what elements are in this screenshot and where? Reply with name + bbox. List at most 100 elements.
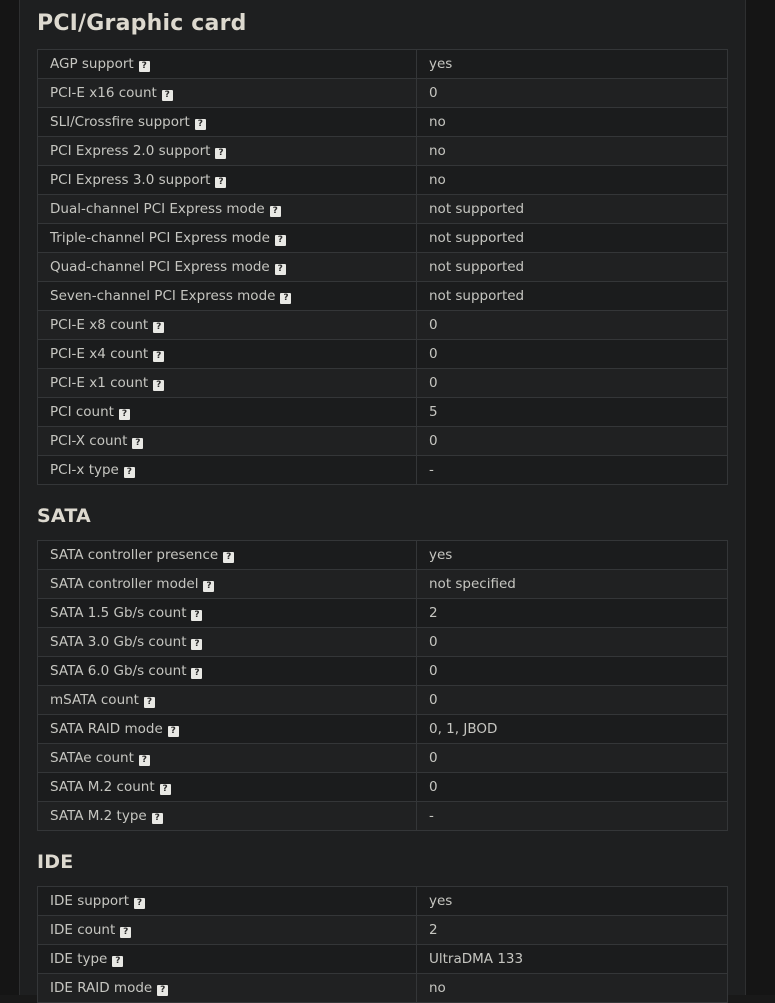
- help-icon[interactable]: ?: [120, 926, 132, 938]
- spec-label-cell: IDE RAID mode?: [37, 972, 417, 1003]
- table-row: SATA 6.0 Gb/s count? 0: [37, 656, 728, 687]
- help-icon[interactable]: ?: [153, 380, 165, 392]
- spec-label-text: Dual-channel PCI Express mode: [50, 201, 265, 218]
- help-icon[interactable]: ?: [153, 351, 165, 363]
- spec-value-cell: not supported: [416, 194, 728, 225]
- table-row: SLI/Crossfire support? no: [37, 107, 728, 138]
- page-frame: PCI/Graphic card AGP support? yes PCI-E x16…: [0, 0, 775, 1003]
- spec-value-cell: 0: [416, 310, 728, 341]
- help-icon[interactable]: ?: [194, 119, 206, 131]
- spec-value-cell: UltraDMA 133: [416, 943, 728, 974]
- spec-label-cell: PCI-E x8 count?: [37, 310, 417, 341]
- spec-label-text: IDE support: [50, 892, 130, 909]
- spec-label-text: SATAe count: [50, 750, 134, 767]
- spec-label-text: PCI-E x4 count: [50, 346, 149, 363]
- table-row: IDE count? 2: [37, 914, 728, 945]
- help-icon[interactable]: ?: [223, 552, 235, 564]
- spec-label-text: SATA M.2 count: [50, 779, 155, 796]
- help-icon[interactable]: ?: [132, 438, 144, 450]
- spec-value-cell: 2: [416, 914, 728, 945]
- table-row: mSATA count? 0: [37, 685, 728, 716]
- help-icon[interactable]: ?: [280, 293, 292, 305]
- spec-value-cell: not supported: [416, 281, 728, 312]
- spec-label-cell: SATA 1.5 Gb/s count?: [37, 598, 417, 629]
- spec-value-cell: 0: [416, 339, 728, 370]
- spec-label-text: PCI-E x8 count: [50, 317, 149, 334]
- table-row: SATAe count? 0: [37, 743, 728, 774]
- spec-label-text: SATA M.2 type: [50, 808, 147, 825]
- spec-label-cell: SATA RAID mode?: [37, 714, 417, 745]
- help-icon[interactable]: ?: [159, 784, 171, 796]
- help-icon[interactable]: ?: [269, 206, 281, 218]
- table-row: PCI Express 3.0 support? no: [37, 165, 728, 196]
- help-icon[interactable]: ?: [161, 90, 173, 102]
- spec-label-text: PCI Express 3.0 support: [50, 172, 211, 189]
- help-icon[interactable]: ?: [112, 955, 124, 967]
- spec-label-text: SATA controller model: [50, 576, 199, 593]
- spec-value-cell: not supported: [416, 223, 728, 254]
- spec-label-cell: PCI count?: [37, 397, 417, 428]
- help-icon[interactable]: ?: [118, 409, 130, 421]
- help-icon[interactable]: ?: [143, 697, 155, 709]
- table-row: PCI-X count? 0: [37, 426, 728, 457]
- spec-label-cell: PCI-E x16 count?: [37, 78, 417, 109]
- help-icon[interactable]: ?: [191, 639, 203, 651]
- spec-value-cell: not specified: [416, 569, 728, 600]
- table-row: IDE RAID mode? no: [37, 972, 728, 1003]
- table-row: SATA 1.5 Gb/s count? 2: [37, 598, 728, 629]
- spec-value-cell: no: [416, 136, 728, 167]
- spec-label-text: Triple-channel PCI Express mode: [50, 230, 270, 247]
- table-row: PCI count? 5: [37, 397, 728, 428]
- spec-label-cell: PCI Express 2.0 support?: [37, 136, 417, 167]
- table-row: Triple-channel PCI Express mode? not supp…: [37, 223, 728, 254]
- help-icon[interactable]: ?: [138, 61, 150, 73]
- specifications-content-column: PCI/Graphic card AGP support? yes PCI-E x16…: [19, 0, 746, 1003]
- spec-value-cell: no: [416, 107, 728, 138]
- table-row: PCI-E x8 count? 0: [37, 310, 728, 341]
- spec-label-text: Seven-channel PCI Express mode: [50, 288, 276, 305]
- help-icon[interactable]: ?: [134, 897, 146, 909]
- help-icon[interactable]: ?: [215, 148, 227, 160]
- spec-label-text: AGP support: [50, 56, 134, 73]
- spec-label-cell: PCI-x type?: [37, 455, 417, 486]
- spec-value-cell: -: [416, 801, 728, 832]
- help-icon[interactable]: ?: [274, 235, 286, 247]
- help-icon[interactable]: ?: [123, 467, 135, 479]
- spec-label-text: SATA 3.0 Gb/s count: [50, 634, 187, 651]
- section-title-sata: SATA: [37, 505, 91, 528]
- spec-label-cell: Dual-channel PCI Express mode?: [37, 194, 417, 225]
- help-icon[interactable]: ?: [151, 813, 163, 825]
- section-title-ide: IDE: [37, 851, 74, 874]
- spec-value-cell: 0: [416, 426, 728, 457]
- spec-value-cell: 0, 1, JBOD: [416, 714, 728, 745]
- spec-value-cell: 0: [416, 78, 728, 109]
- spec-value-cell: 0: [416, 368, 728, 399]
- spec-label-text: PCI-E x1 count: [50, 375, 149, 392]
- spec-value-cell: -: [416, 455, 728, 486]
- spec-label-text: SATA 1.5 Gb/s count: [50, 605, 187, 622]
- help-icon[interactable]: ?: [153, 322, 165, 334]
- spec-value-cell: yes: [416, 540, 728, 571]
- spec-label-text: SATA 6.0 Gb/s count: [50, 663, 187, 680]
- help-icon[interactable]: ?: [191, 610, 203, 622]
- spec-label-cell: SATA M.2 type?: [37, 801, 417, 832]
- help-icon[interactable]: ?: [274, 264, 286, 276]
- table-row: PCI-E x4 count? 0: [37, 339, 728, 370]
- spec-label-cell: SATAe count?: [37, 743, 417, 774]
- spec-table-ide: IDE support? yes IDE count? 2 IDE type? Ultra…: [37, 885, 728, 1003]
- table-row: IDE type? UltraDMA 133: [37, 943, 728, 974]
- table-row: SATA controller presence? yes: [37, 540, 728, 571]
- help-icon[interactable]: ?: [215, 177, 227, 189]
- spec-label-cell: SATA M.2 count?: [37, 772, 417, 803]
- spec-label-text: SLI/Crossfire support: [50, 114, 190, 131]
- help-icon[interactable]: ?: [203, 581, 215, 593]
- spec-value-cell: yes: [416, 885, 728, 916]
- help-icon[interactable]: ?: [157, 984, 169, 996]
- help-icon[interactable]: ?: [167, 726, 179, 738]
- spec-label-cell: SATA controller model?: [37, 569, 417, 600]
- spec-label-cell: Seven-channel PCI Express mode?: [37, 281, 417, 312]
- help-icon[interactable]: ?: [191, 668, 203, 680]
- spec-value-cell: not supported: [416, 252, 728, 283]
- spec-label-cell: PCI-E x1 count?: [37, 368, 417, 399]
- help-icon[interactable]: ?: [138, 755, 150, 767]
